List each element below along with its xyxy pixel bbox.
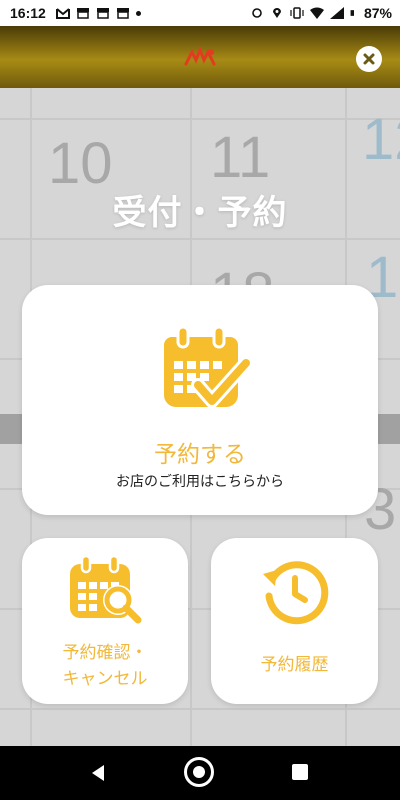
more-notifications-dot-icon: [135, 10, 141, 16]
back-icon[interactable]: [90, 764, 106, 782]
gmail-icon: [55, 8, 70, 19]
store-icon: [96, 8, 109, 19]
confirm-cancel-label: 予約確認・ キャンセル: [22, 640, 188, 692]
app-header: [0, 26, 400, 88]
wifi-icon: [309, 7, 324, 19]
battery-icon: [350, 10, 354, 16]
store-icon: [76, 8, 89, 19]
system-nav-bar: [0, 746, 400, 800]
calendar-check-icon: [164, 325, 252, 408]
nfc-icon: [252, 8, 262, 18]
make-reservation-subtext: お店のご利用はこちらから: [116, 474, 284, 490]
confirm-cancel-label-line1: 予約確認・: [62, 643, 148, 663]
calendar-search-icon: [70, 554, 142, 624]
reservation-history-button[interactable]: 予約履歴: [211, 538, 378, 704]
make-reservation-button[interactable]: 予約する お店のご利用はこちらから: [22, 285, 378, 515]
reservation-history-label: 予約履歴: [260, 655, 329, 675]
confirm-cancel-button[interactable]: 予約確認・ キャンセル: [22, 538, 188, 704]
page-title: 受付・予約: [112, 193, 288, 233]
battery-percent: 87%: [363, 5, 392, 21]
status-right: 87%: [250, 5, 392, 21]
home-icon[interactable]: [184, 757, 214, 787]
notification-icons: [55, 7, 141, 19]
signal-icon: [329, 7, 344, 19]
store-icon: [116, 8, 129, 19]
close-icon: [363, 53, 375, 65]
confirm-cancel-label-line2: キャンセル: [62, 669, 148, 689]
close-button[interactable]: [356, 46, 382, 72]
history-clock-icon: [263, 561, 329, 625]
status-time: 16:12: [10, 5, 46, 21]
brand-logo-icon: [184, 46, 216, 66]
recent-apps-icon[interactable]: [292, 764, 308, 780]
status-bar: 16:12 87%: [0, 0, 400, 26]
location-icon: [272, 8, 281, 18]
make-reservation-label: 予約する: [154, 442, 246, 468]
vibrate-icon: [290, 7, 304, 19]
